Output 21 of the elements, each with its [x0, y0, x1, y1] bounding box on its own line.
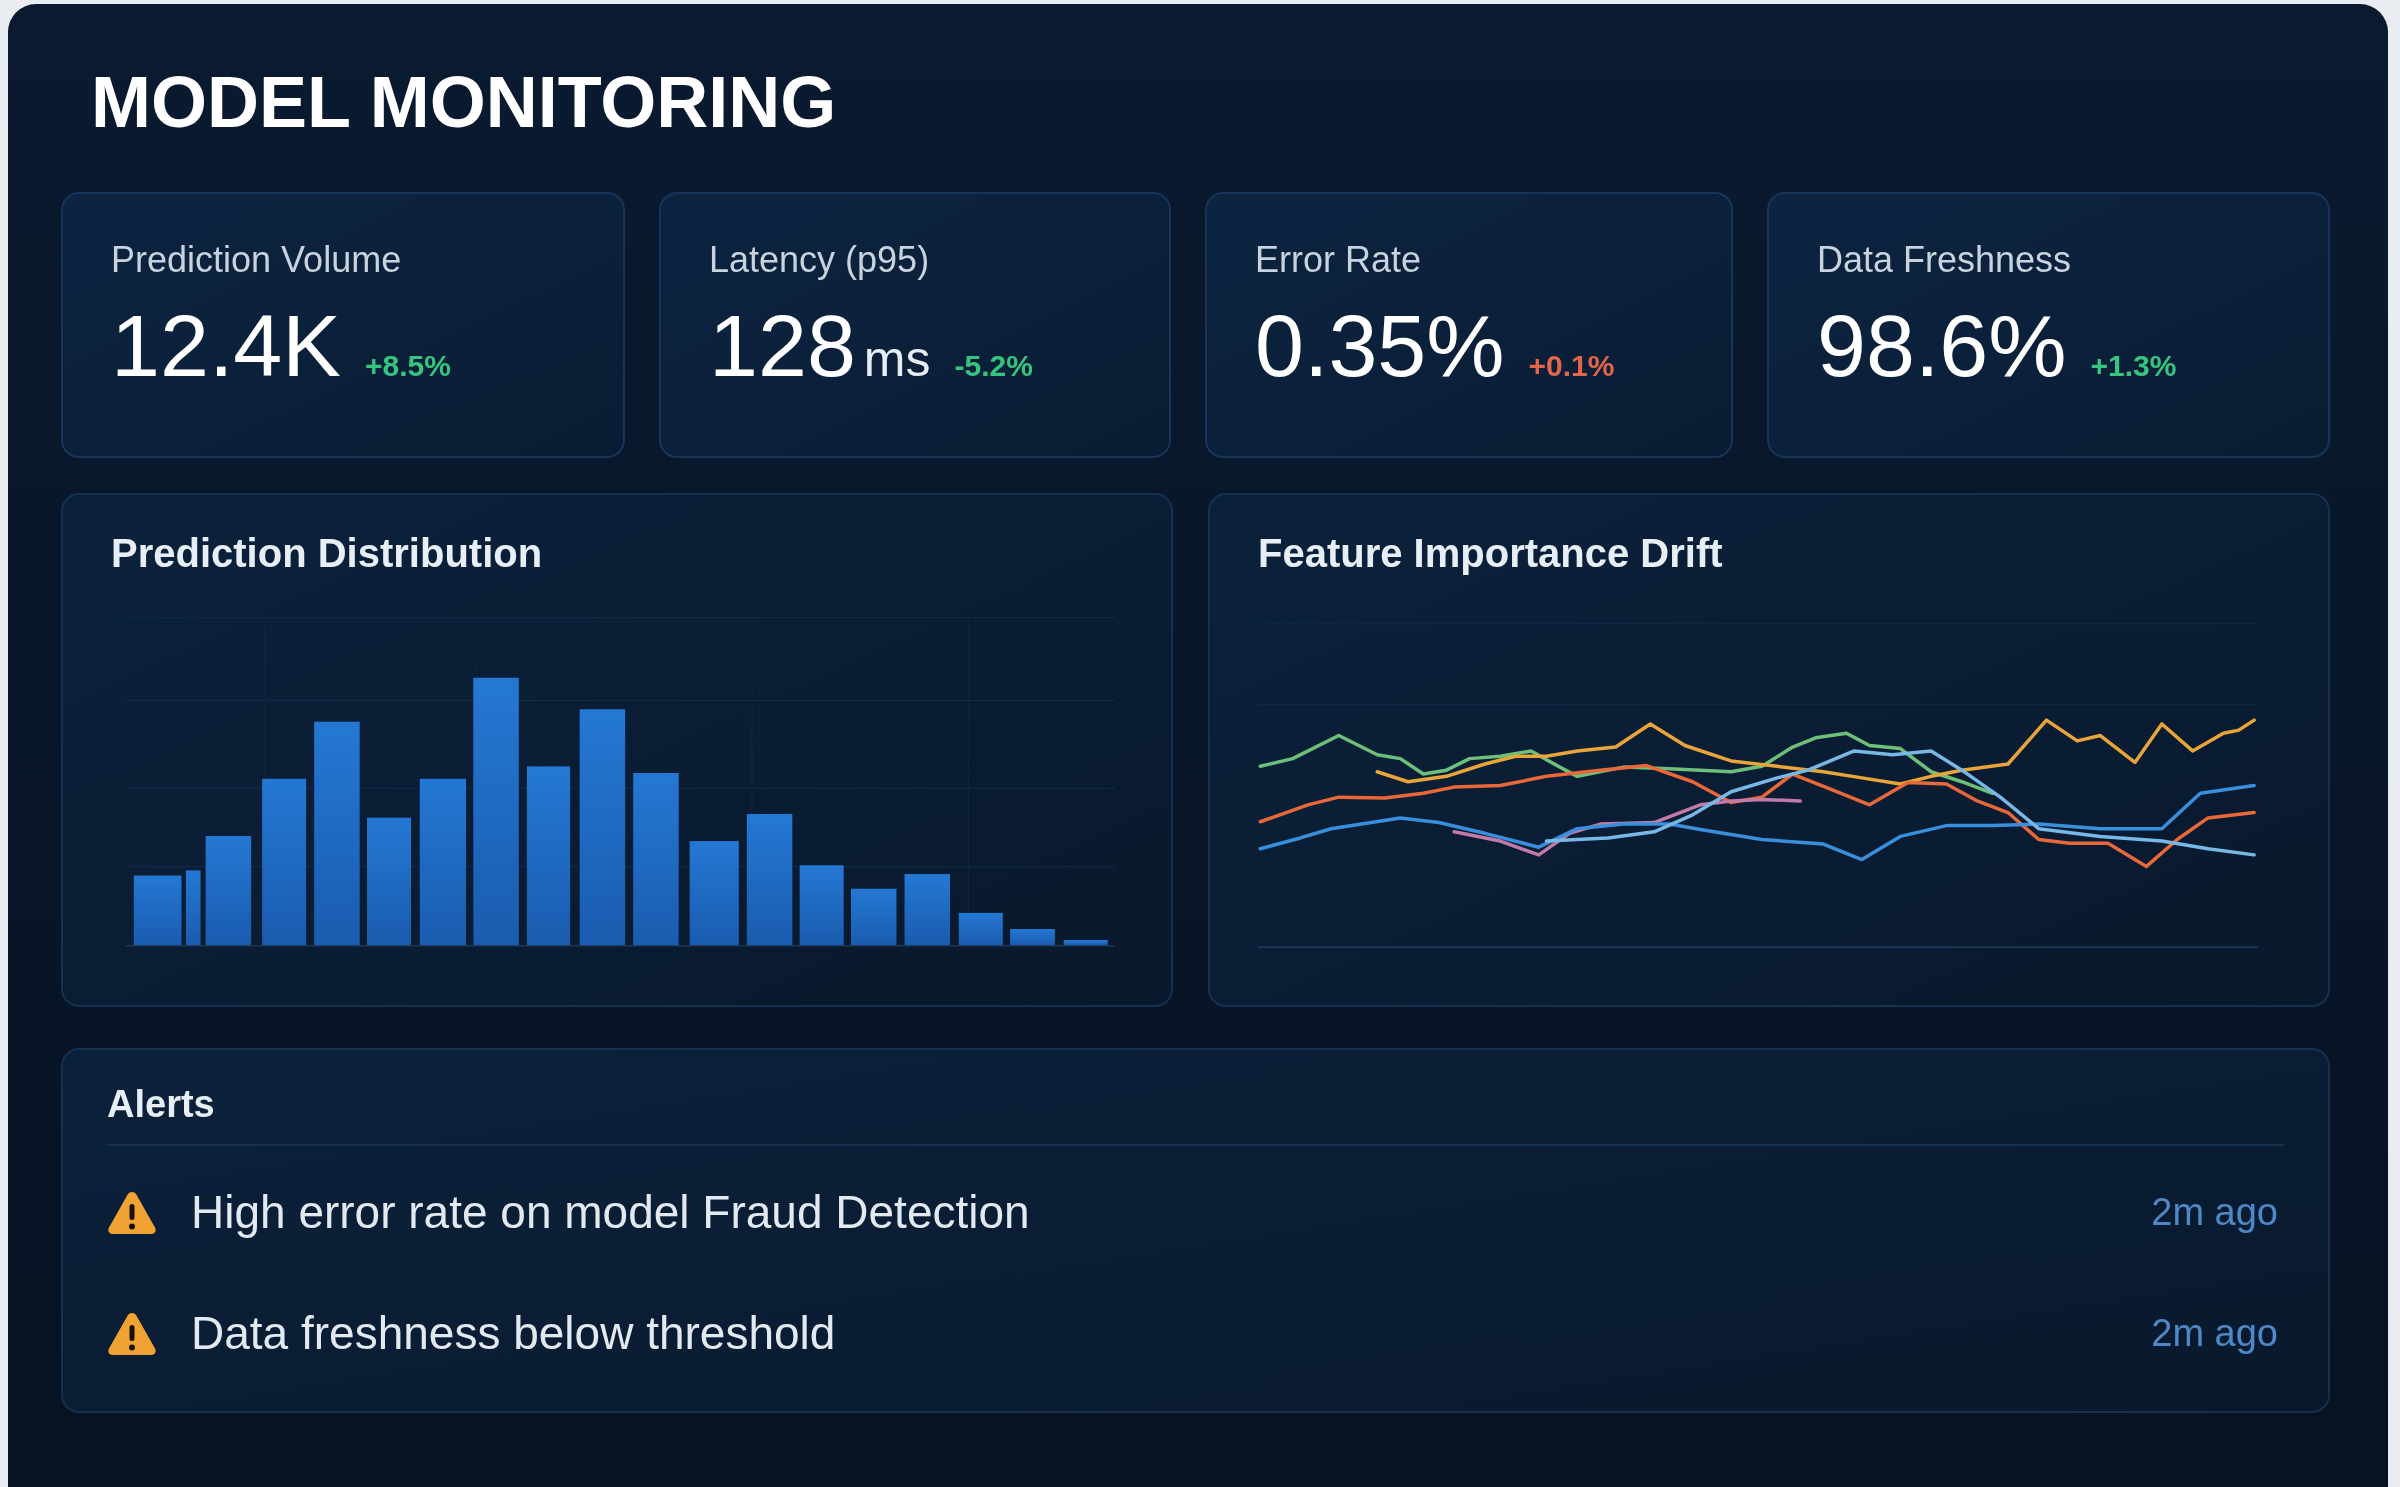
alert-message: Data freshness below threshold: [191, 1305, 836, 1360]
metric-delta: +0.1%: [1528, 348, 1615, 384]
alert-message: High error rate on model Fraud Detection: [191, 1184, 1030, 1239]
metric-value: 0.35%: [1255, 298, 1505, 394]
metric-delta: +8.5%: [364, 348, 451, 384]
alerts-title: Alerts: [107, 1084, 215, 1124]
metric-delta: -5.2%: [954, 348, 1033, 384]
chart-title: Prediction Distribution: [111, 530, 543, 577]
alert-time: 2m ago: [2151, 1189, 2278, 1234]
metric-value: 128: [709, 298, 856, 394]
metric-value: 12.4K: [111, 298, 341, 394]
chart-title: Feature Importance Drift: [1258, 530, 1723, 577]
metric-label: Error Rate: [1255, 240, 1422, 280]
metric-label: Latency (p95): [709, 240, 930, 280]
metric-value: 98.6%: [1817, 298, 2067, 394]
dashboard-title: MODEL MONITORING: [90, 62, 837, 142]
alert-time: 2m ago: [2151, 1310, 2278, 1355]
metric-delta: +1.3%: [2090, 348, 2177, 384]
metric-label: Data Freshness: [1817, 240, 2072, 280]
metric-unit: ms: [863, 331, 931, 387]
metric-label: Prediction Volume: [111, 240, 402, 280]
